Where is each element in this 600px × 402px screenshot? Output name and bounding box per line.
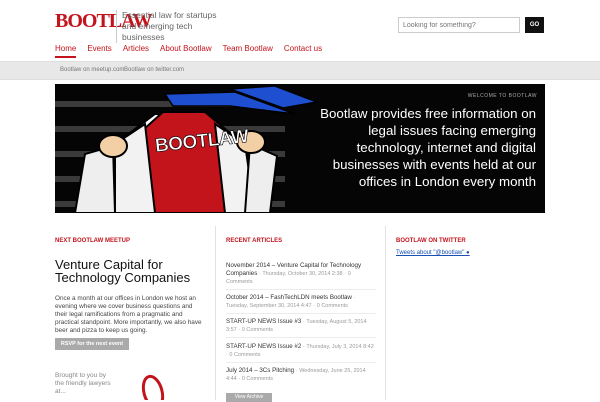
meetup-description: Once a month at our offices in London we… — [55, 295, 202, 334]
meetup-section-title: NEXT BOOTLAW MEETUP — [55, 238, 130, 244]
article-date: · Thursday, October 30, 2014 2:38 — [259, 271, 343, 277]
meetup-link[interactable]: Bootlaw on meetup.com — [60, 67, 124, 73]
article-item: START-UP NEWS Issue #2 · Thursday, July … — [226, 343, 376, 363]
article-divider — [226, 362, 376, 363]
site-logo[interactable]: BOOTLAW — [55, 8, 152, 34]
article-item: START-UP NEWS Issue #3 · Tuesday, August… — [226, 318, 376, 338]
article-comments[interactable]: · 0 Comments — [238, 327, 273, 333]
article-item: July 2014 – 3Cs Pitching · Wednesday, Ju… — [226, 367, 376, 383]
recent-articles-title: RECENT ARTICLES — [226, 238, 283, 244]
sponsor-text: Brought to you by the friendly lawyers a… — [55, 372, 111, 395]
twitter-bird-icon: ● — [464, 250, 470, 256]
nav-events[interactable]: Events — [87, 44, 111, 58]
article-item: November 2014 – Venture Capital for Tech… — [226, 262, 376, 290]
article-comments[interactable]: · 0 Comments — [238, 376, 273, 382]
column-divider — [385, 226, 386, 400]
rsvp-button[interactable]: RSVP for the next event — [55, 338, 129, 350]
site-tagline: Essential law for startups and emerging … — [116, 10, 222, 43]
sponsor-logo-icon[interactable] — [138, 370, 168, 400]
search-input[interactable] — [398, 17, 520, 33]
search-form: GO — [398, 17, 546, 33]
meetup-heading[interactable]: Venture Capital for Technology Companies — [55, 258, 195, 284]
hero-banner: BOOTLAW WELCOME TO BOOTLAW Bootlaw provi… — [55, 84, 545, 213]
view-archive-button[interactable]: View Archive — [226, 393, 272, 402]
nav-about[interactable]: About Bootlaw — [160, 44, 212, 58]
article-divider — [226, 337, 376, 338]
twitter-section-title: BOOTLAW ON TWITTER — [396, 238, 466, 244]
article-link[interactable]: July 2014 – 3Cs Pitching — [226, 367, 294, 374]
article-divider — [226, 289, 376, 290]
hero-headline: Bootlaw provides free information on leg… — [320, 106, 536, 189]
article-divider — [226, 313, 376, 314]
article-link[interactable]: START-UP NEWS Issue #2 — [226, 343, 301, 350]
social-bar: Bootlaw on meetup.com Bootlaw on twitter… — [0, 61, 600, 80]
nav-articles[interactable]: Articles — [123, 44, 149, 58]
nav-contact[interactable]: Contact us — [284, 44, 322, 58]
article-comments[interactable]: · 0 Comments — [313, 303, 348, 309]
main-nav: Home Events Articles About Bootlaw Team … — [55, 44, 333, 58]
article-item: October 2014 – FashTechLDN meets Bootlaw… — [226, 294, 376, 314]
nav-home[interactable]: Home — [55, 44, 77, 58]
search-go-button[interactable]: GO — [525, 17, 544, 33]
article-link[interactable]: October 2014 – FashTechLDN meets Bootlaw — [226, 294, 352, 301]
article-comments[interactable]: · 0 Comments — [226, 352, 261, 358]
column-divider — [215, 226, 216, 400]
twitter-profile-link[interactable]: Bootlaw on twitter.com — [124, 67, 184, 73]
hero-label: WELCOME TO BOOTLAW — [467, 93, 537, 99]
article-date: · Thursday, July 3, 2014 8:42 — [303, 344, 374, 350]
article-link[interactable]: START-UP NEWS Issue #3 — [226, 318, 301, 325]
nav-team[interactable]: Team Bootlaw — [223, 44, 273, 58]
tweets-link[interactable]: Tweets about "@bootlaw" ● — [396, 250, 470, 256]
